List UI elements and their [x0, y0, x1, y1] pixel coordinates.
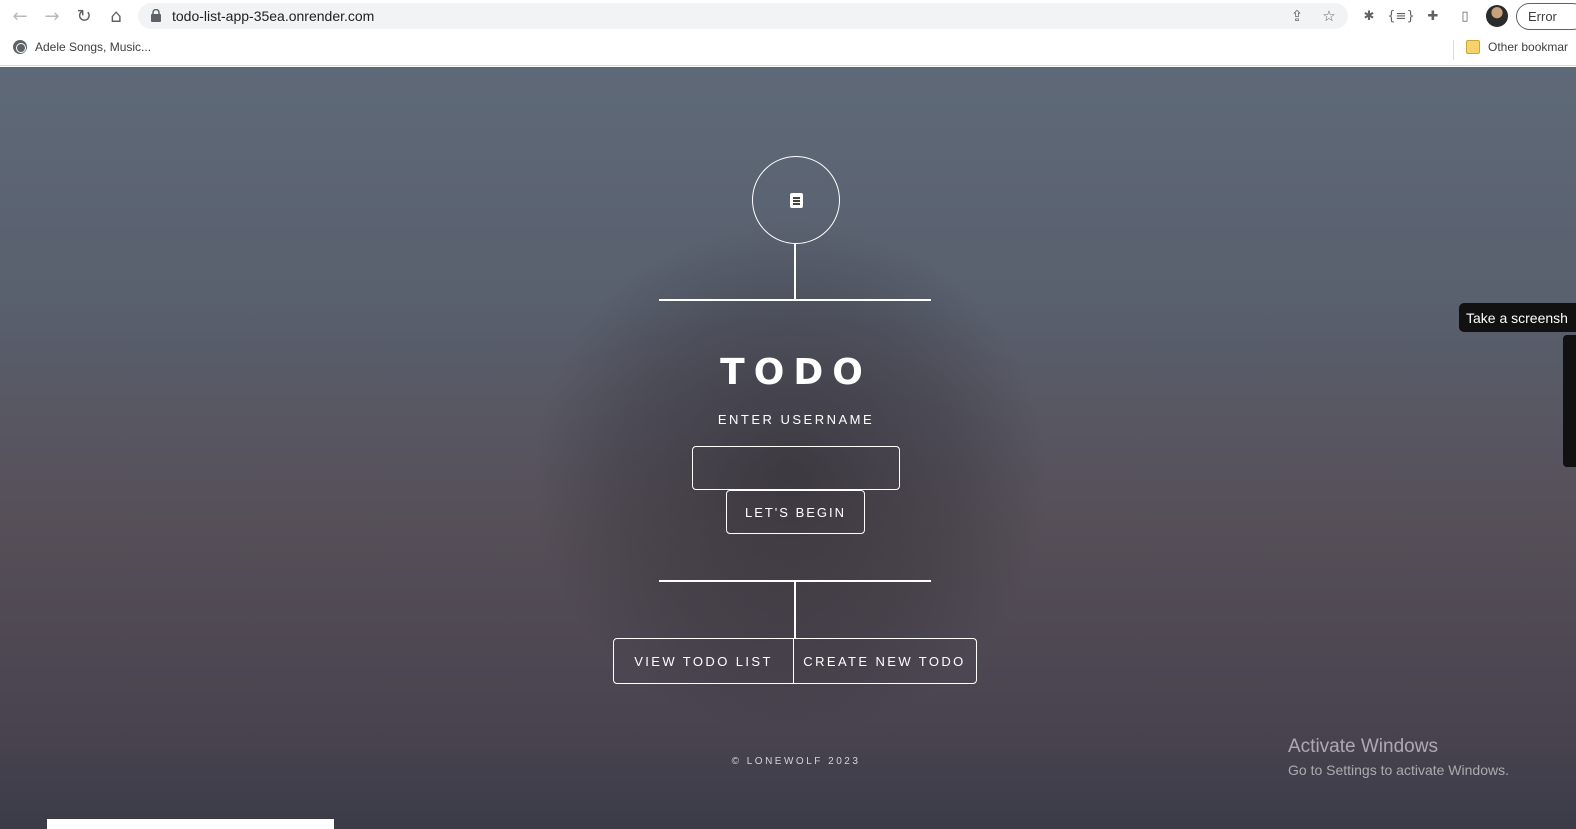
lock-icon [151, 9, 161, 22]
page-title: TODO [720, 352, 872, 393]
address-bar[interactable]: todo-list-app-35ea.onrender.com ⇪ ☆ [138, 3, 1348, 29]
screenshot-tooltip: Take a screensh [1459, 303, 1576, 332]
bookmark-item[interactable]: Adele Songs, Music... [13, 40, 151, 54]
logo-circle [752, 156, 840, 244]
bookmark-label: Adele Songs, Music... [35, 40, 152, 54]
lets-begin-button[interactable]: LET'S BEGIN [726, 490, 865, 534]
profile-error-chip[interactable]: Error [1516, 3, 1576, 30]
username-input[interactable] [692, 446, 900, 490]
other-bookmarks-folder[interactable]: Other bookmar [1466, 40, 1568, 54]
main-nav: VIEW TODO LIST CREATE NEW TODO [613, 638, 977, 684]
reload-icon[interactable]: ↻ [72, 5, 96, 27]
create-new-todo-link[interactable]: CREATE NEW TODO [794, 639, 975, 683]
windows-activation-subtitle: Go to Settings to activate Windows. [1288, 762, 1509, 778]
page-background: TODO ENTER USERNAME LET'S BEGIN VIEW TOD… [0, 67, 1576, 829]
bookmarks-bar: Adele Songs, Music... Other bookmar [0, 34, 1576, 66]
view-todo-list-link[interactable]: VIEW TODO LIST [614, 639, 794, 683]
url-text[interactable]: todo-list-app-35ea.onrender.com [172, 8, 374, 24]
globe-icon [13, 40, 27, 54]
bug-extension-icon[interactable]: ✱ [1358, 5, 1380, 27]
bookmark-label: Other bookmar [1488, 40, 1569, 54]
home-icon[interactable]: ⌂ [104, 5, 128, 27]
profile-avatar[interactable] [1486, 5, 1508, 27]
forward-icon[interactable]: → [40, 5, 64, 27]
divider-line [659, 299, 931, 301]
browser-toolbar: ← → ↻ ⌂ todo-list-app-35ea.onrender.com … [0, 0, 1576, 34]
back-icon[interactable]: ← [8, 5, 32, 27]
connector-line [794, 244, 796, 300]
screenshot-tool-panel[interactable] [1563, 335, 1576, 467]
bookmarks-divider [1453, 40, 1454, 60]
share-icon[interactable]: ⇪ [1287, 6, 1307, 26]
connector-line [794, 581, 796, 639]
puzzle-extensions-icon[interactable]: ✚ [1422, 5, 1444, 27]
side-panel-icon[interactable]: ▯ [1454, 5, 1476, 27]
document-icon [790, 193, 803, 208]
username-prompt: ENTER USERNAME [717, 412, 875, 427]
bottom-overlay-bar [47, 819, 334, 829]
star-icon[interactable]: ☆ [1319, 6, 1339, 26]
code-extension-icon[interactable]: {≡} [1387, 5, 1414, 27]
folder-icon [1466, 40, 1480, 54]
windows-activation-title: Activate Windows [1288, 736, 1438, 757]
